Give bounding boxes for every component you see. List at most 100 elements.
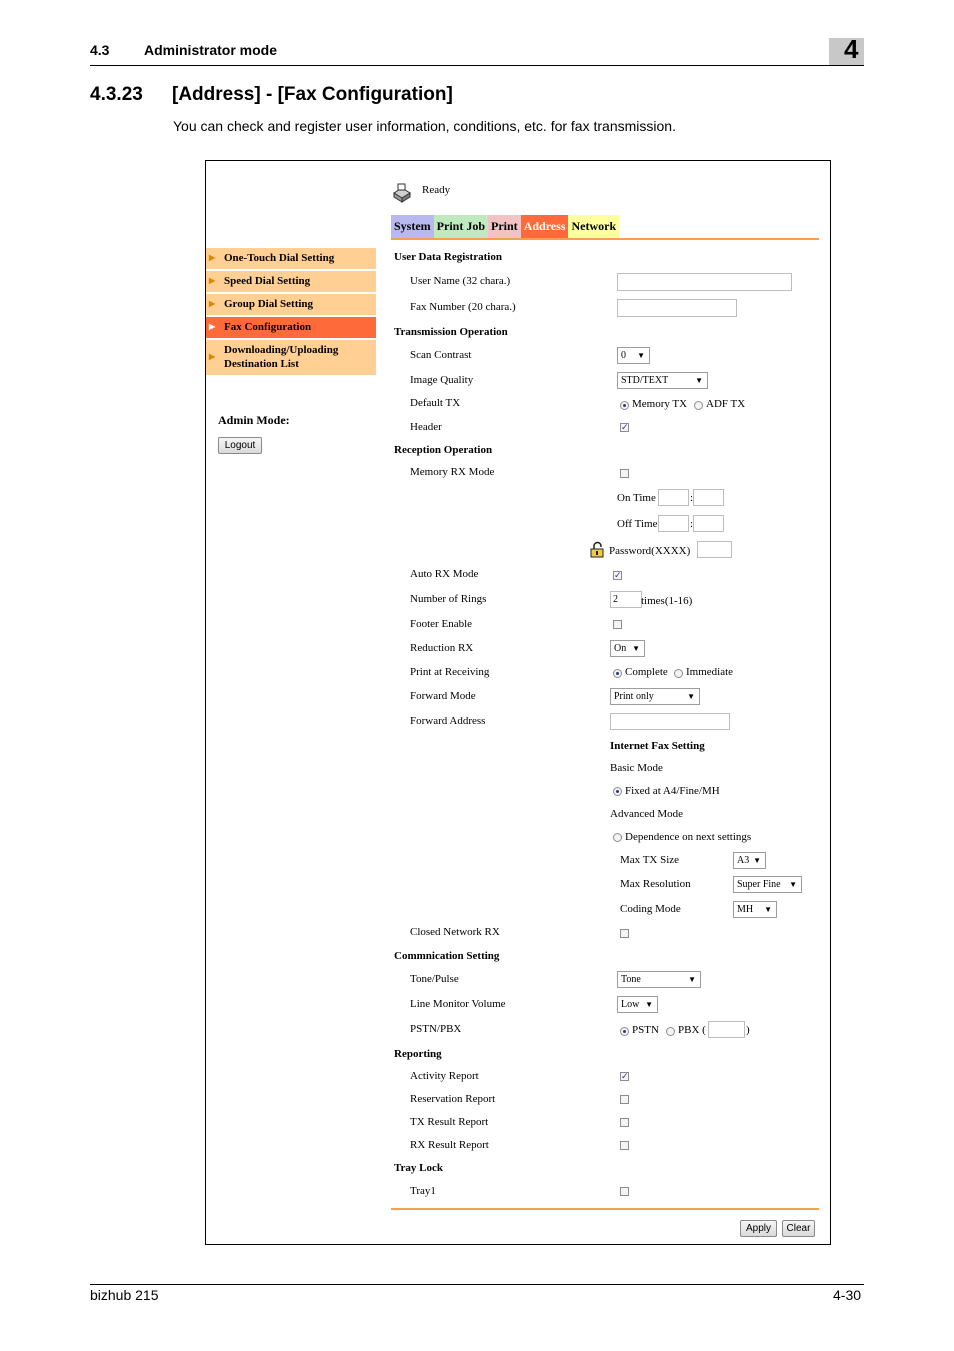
- forward-address-input[interactable]: [610, 713, 730, 730]
- sidebar-item-fax-configuration[interactable]: ▶ Fax Configuration: [206, 317, 376, 339]
- sidebar-item-label-line1: Downloading/Uploading: [224, 344, 339, 356]
- chapter-number: 4: [844, 34, 859, 64]
- group-heading-communication: Commnication Setting: [394, 950, 500, 962]
- rx-result-report-checkbox[interactable]: [620, 1141, 629, 1150]
- tab-bar: System Print Job Print Address Network: [391, 215, 620, 238]
- basic-mode-radio[interactable]: [613, 787, 622, 796]
- off-time-hour-input[interactable]: [658, 515, 689, 532]
- fax-number-input[interactable]: [617, 299, 737, 317]
- max-resolution-label: Max Resolution: [620, 878, 691, 890]
- pbx-number-input[interactable]: [708, 1021, 745, 1038]
- select-value: Tone: [621, 974, 641, 985]
- print-at-receiving-label: Print at Receiving: [410, 666, 490, 678]
- tab-underline: [391, 238, 819, 240]
- sidebar-item-speed-dial[interactable]: ▶ Speed Dial Setting: [206, 271, 376, 293]
- forward-address-label: Forward Address: [410, 715, 486, 727]
- form-bottom-rule: [391, 1208, 819, 1210]
- tab-print[interactable]: Print: [488, 215, 521, 238]
- rx-result-report-label: RX Result Report: [410, 1139, 489, 1151]
- chevron-down-icon: ▼: [687, 692, 695, 701]
- user-name-label: User Name (32 chara.): [410, 275, 511, 287]
- print-complete-radio[interactable]: [613, 669, 622, 678]
- footer-rule: [90, 1284, 864, 1285]
- scan-contrast-select[interactable]: 0 ▼: [617, 347, 650, 364]
- select-value: Super Fine: [737, 879, 781, 890]
- off-time-label: Off Time: [617, 518, 658, 530]
- default-tx-adf-radio[interactable]: [694, 401, 703, 410]
- password-label: Password(XXXX): [609, 545, 691, 557]
- header-checkbox[interactable]: ✓: [620, 423, 629, 432]
- tone-pulse-select[interactable]: Tone ▼: [617, 971, 701, 988]
- tab-print-job[interactable]: Print Job: [433, 215, 489, 238]
- internet-fax-heading: Internet Fax Setting: [610, 740, 705, 752]
- footer-enable-checkbox[interactable]: [613, 620, 622, 629]
- header-section-title: Administrator mode: [144, 42, 278, 58]
- select-value: Low: [621, 999, 640, 1010]
- on-time-minute-input[interactable]: [693, 489, 724, 506]
- default-tx-memory-radio[interactable]: [620, 401, 629, 410]
- group-heading-tray-lock: Tray Lock: [394, 1162, 443, 1174]
- number-of-rings-hint: times(1-16): [641, 595, 693, 607]
- pstn-radio[interactable]: [620, 1027, 629, 1036]
- reservation-report-checkbox[interactable]: [620, 1095, 629, 1104]
- fax-number-label: Fax Number (20 chara.): [410, 301, 516, 313]
- on-time-hour-input[interactable]: [658, 489, 689, 506]
- arrow-right-icon: ▶: [209, 276, 216, 285]
- tone-pulse-label: Tone/Pulse: [410, 973, 459, 985]
- chevron-down-icon: ▼: [764, 905, 772, 914]
- reduction-rx-select[interactable]: On ▼: [610, 640, 645, 657]
- section-heading: 4.3.23 [Address] - [Fax Configuration]: [90, 84, 453, 106]
- basic-mode-label: Basic Mode: [610, 762, 663, 774]
- coding-mode-label: Coding Mode: [620, 903, 681, 915]
- forward-mode-select[interactable]: Print only ▼: [610, 688, 700, 705]
- scan-contrast-label: Scan Contrast: [410, 349, 472, 361]
- advanced-mode-label: Advanced Mode: [610, 808, 684, 820]
- print-immediate-radio[interactable]: [674, 669, 683, 678]
- lock-icon: [590, 541, 604, 558]
- apply-button[interactable]: Apply: [740, 1220, 777, 1237]
- password-input[interactable]: [697, 541, 732, 558]
- pbx-radio[interactable]: [666, 1027, 675, 1036]
- select-value: MH: [737, 904, 754, 915]
- arrow-right-icon: ▶: [209, 352, 216, 361]
- sidebar-item-label: Speed Dial Setting: [224, 275, 311, 287]
- image-quality-select[interactable]: STD/TEXT ▼: [617, 372, 708, 389]
- chevron-down-icon: ▼: [632, 644, 640, 653]
- arrow-right-icon: ▶: [209, 299, 216, 308]
- memory-rx-label: Memory RX Mode: [410, 466, 495, 478]
- off-time-minute-input[interactable]: [693, 515, 724, 532]
- max-tx-size-select[interactable]: A3 ▼: [733, 852, 766, 869]
- tray1-checkbox[interactable]: [620, 1187, 629, 1196]
- tab-address[interactable]: Address: [520, 215, 569, 238]
- sidebar-item-download-upload[interactable]: ▶ Downloading/Uploading Destination List: [206, 340, 376, 376]
- group-heading-transmission: Transmission Operation: [394, 326, 508, 338]
- logout-button[interactable]: Logout: [218, 437, 262, 454]
- closed-network-rx-checkbox[interactable]: [620, 929, 629, 938]
- coding-mode-select[interactable]: MH ▼: [733, 901, 777, 918]
- activity-report-checkbox[interactable]: ✓: [620, 1072, 629, 1081]
- sidebar-item-group-dial[interactable]: ▶ Group Dial Setting: [206, 294, 376, 316]
- number-of-rings-input[interactable]: 2: [610, 591, 642, 608]
- select-value: 0: [621, 350, 626, 361]
- sidebar-item-one-touch-dial[interactable]: ▶ One-Touch Dial Setting: [206, 248, 376, 270]
- clear-button[interactable]: Clear: [782, 1220, 815, 1237]
- activity-report-label: Activity Report: [410, 1070, 479, 1082]
- line-monitor-volume-select[interactable]: Low ▼: [617, 996, 658, 1013]
- header-section-number: 4.3: [90, 42, 110, 58]
- footer-enable-label: Footer Enable: [410, 618, 473, 630]
- max-resolution-select[interactable]: Super Fine ▼: [733, 876, 802, 893]
- admin-mode-label: Admin Mode:: [218, 413, 290, 427]
- select-value: On: [614, 643, 627, 654]
- user-name-input[interactable]: [617, 273, 792, 291]
- tab-network[interactable]: Network: [568, 215, 620, 238]
- image-quality-label: Image Quality: [410, 374, 474, 386]
- memory-rx-checkbox[interactable]: [620, 469, 629, 478]
- auto-rx-checkbox[interactable]: ✓: [613, 571, 622, 580]
- advanced-mode-radio[interactable]: [613, 833, 622, 842]
- tab-system[interactable]: System: [391, 215, 434, 238]
- closed-network-rx-label: Closed Network RX: [410, 926, 500, 938]
- arrow-right-icon: ▶: [209, 253, 216, 262]
- tx-result-report-label: TX Result Report: [410, 1116, 489, 1128]
- number-of-rings-label: Number of Rings: [410, 593, 487, 605]
- tx-result-report-checkbox[interactable]: [620, 1118, 629, 1127]
